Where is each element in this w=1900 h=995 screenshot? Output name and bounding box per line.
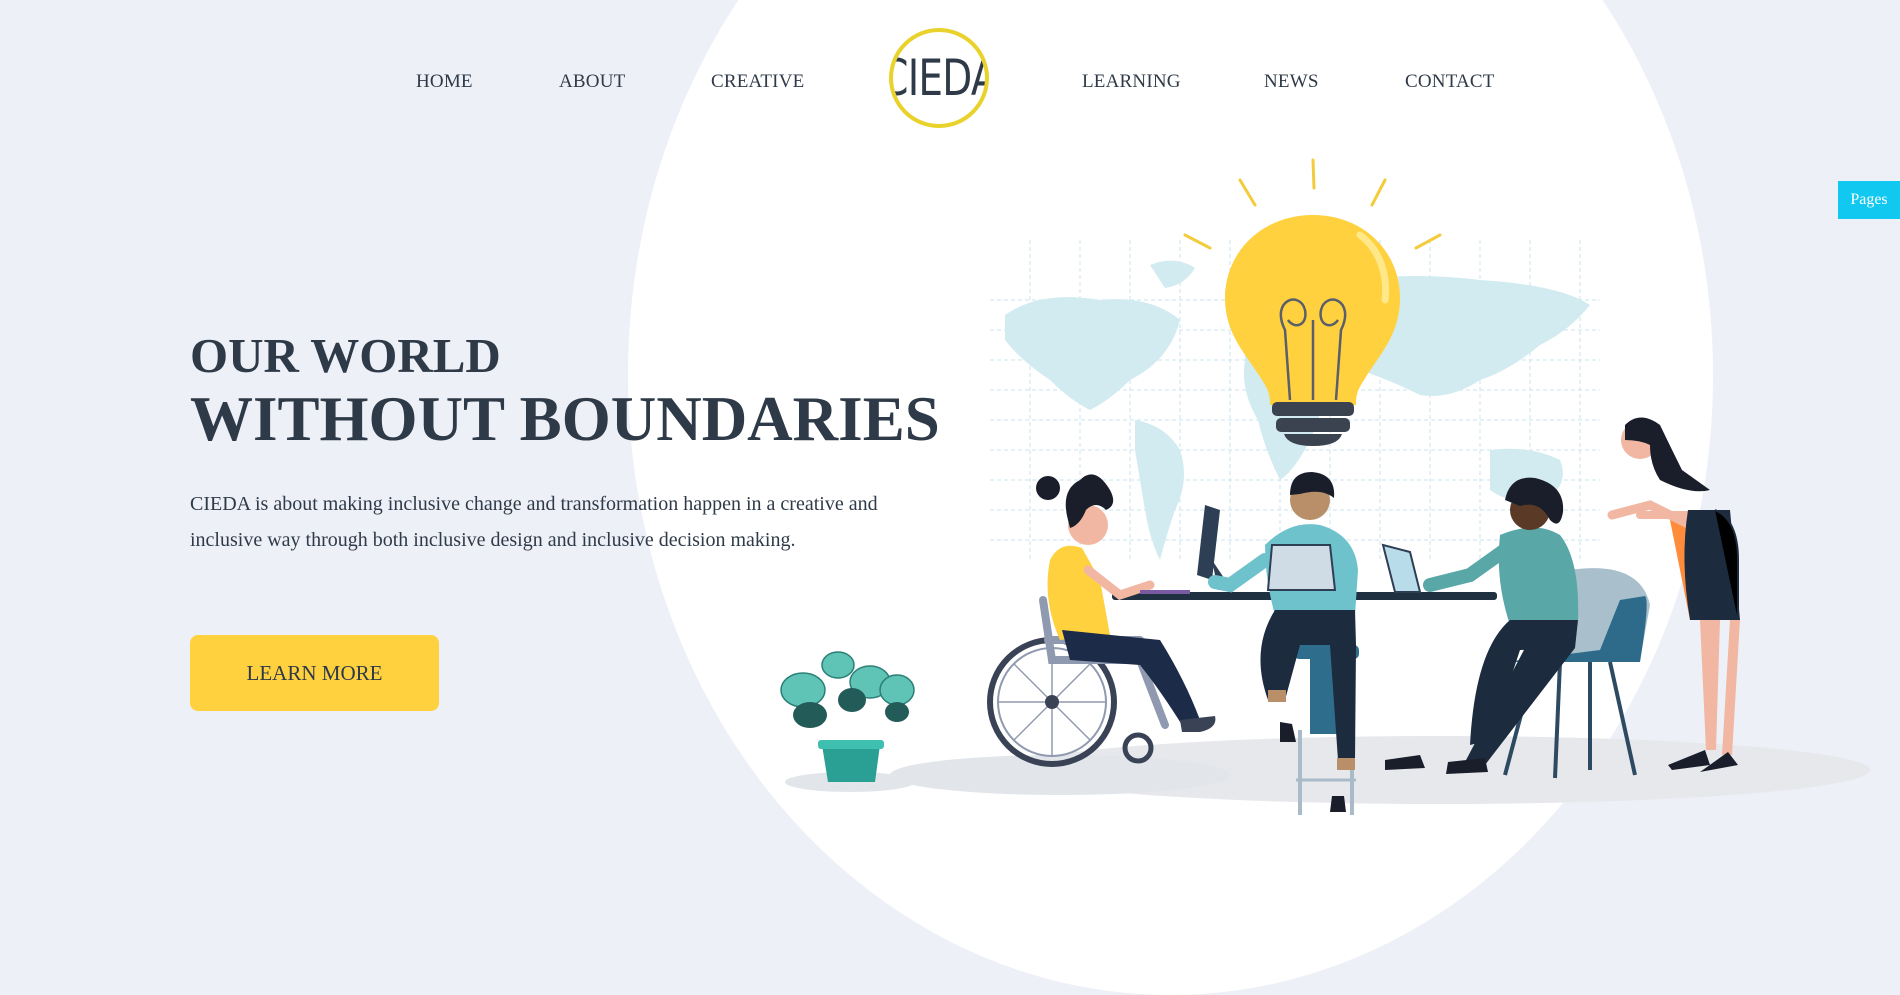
nav-news[interactable]: NEWS: [1264, 71, 1319, 93]
wheelchair-user: [987, 474, 1216, 767]
nav-creative[interactable]: CREATIVE: [711, 71, 804, 93]
nav-learning[interactable]: LEARNING: [1082, 71, 1181, 93]
hero-description: CIEDA is about making inclusive change a…: [190, 493, 878, 551]
logo-text: CIEDA: [893, 49, 989, 107]
potted-plant-icon: [780, 651, 915, 782]
cieda-logo[interactable]: CIEDA: [889, 28, 989, 128]
nav-contact[interactable]: CONTACT: [1405, 71, 1495, 93]
hero-title-line2: WITHOUT BOUNDARIES: [190, 384, 940, 454]
main-nav: HOME ABOUT CREATIVE CIEDA LEARNING NEWS …: [0, 0, 1900, 160]
nav-about[interactable]: ABOUT: [559, 71, 625, 93]
nav-home[interactable]: HOME: [416, 71, 473, 93]
person-on-chair: [1385, 477, 1650, 779]
hero-title-line1: OUR WORLD: [190, 328, 501, 383]
pages-side-tab[interactable]: Pages: [1838, 181, 1900, 219]
learn-more-button[interactable]: LEARN MORE: [190, 635, 439, 711]
